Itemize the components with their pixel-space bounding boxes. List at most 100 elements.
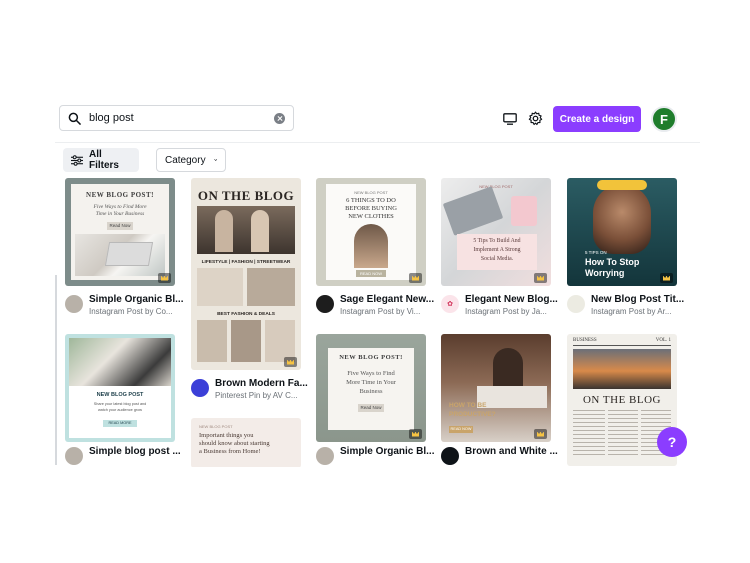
thumb-photo — [197, 268, 243, 306]
create-design-button[interactable]: Create a design — [553, 106, 641, 132]
thumb-text: a Business from Home! — [199, 448, 261, 455]
thumb-text: should know about starting — [199, 440, 270, 447]
thumb-text: LIFESTYLE | FASHION | STREETWEAR — [201, 260, 291, 265]
template-title: Simple Organic Bl... — [340, 446, 435, 457]
thumb-kicker: NEW BLOG POST — [479, 184, 513, 189]
thumb-kicker: VOL. 1 — [655, 338, 671, 343]
thumb-heading: NEW BLOG POST! — [339, 354, 403, 361]
template-title: Elegant New Blog... — [465, 294, 558, 305]
crown-icon — [660, 273, 673, 283]
template-title: Brown and White ... — [465, 446, 558, 457]
thumb-text: NEW CLOTHES — [348, 213, 394, 220]
thumb-text: 5 Tips To Build And — [473, 238, 521, 244]
thumb-text: Worrying — [585, 268, 625, 278]
crown-icon — [158, 273, 171, 283]
thumb-column-gap — [605, 410, 608, 458]
thumb-button: Read Now — [358, 404, 384, 412]
thumb-text: HOW TO BE — [449, 402, 487, 409]
template-thumbnail[interactable]: NEW BLOG POST 6 THINGS TO DO BEFORE BUYI… — [316, 178, 426, 286]
thumb-photo — [251, 210, 269, 252]
thumb-text: Social Media. — [480, 256, 514, 262]
template-subtitle: Instagram Post by Ja... — [465, 307, 547, 316]
thumb-button: Read Now — [107, 222, 133, 230]
template-thumbnail[interactable]: NEW BLOG POST 5 Tips To Build And Implem… — [441, 178, 551, 286]
thumb-photo — [197, 206, 295, 254]
search-query-text: blog post — [89, 112, 134, 124]
thumb-photo — [215, 210, 233, 252]
template-subtitle: Instagram Post by Ar... — [591, 307, 672, 316]
thumb-text: Share your latest blog post and — [93, 402, 147, 406]
thumb-text: BEFORE BUYING — [345, 205, 397, 212]
creator-avatar — [65, 295, 83, 313]
help-button[interactable]: ? — [657, 427, 687, 457]
creator-avatar — [316, 295, 334, 313]
template-thumbnail[interactable]: ON THE BLOG LIFESTYLE | FASHION | STREET… — [191, 178, 301, 370]
category-dropdown[interactable]: Category — [156, 148, 226, 172]
thumb-text: More Time in Your — [346, 379, 396, 386]
thumb-button: READ NOW — [449, 426, 473, 433]
template-title: Sage Elegant New... — [340, 294, 435, 305]
thumb-laptop — [442, 186, 504, 236]
template-thumbnail[interactable]: NEW BLOG POST Share your latest blog pos… — [65, 334, 175, 442]
crown-icon — [534, 273, 547, 283]
user-avatar[interactable]: F — [651, 106, 677, 132]
creator-avatar — [191, 379, 209, 397]
all-filters-button[interactable]: All Filters — [63, 148, 139, 172]
thumb-button: READ NOW — [356, 270, 386, 277]
creator-avatar — [567, 295, 585, 313]
template-thumbnail[interactable]: NEW BLOG POST! Five Ways to Find More Ti… — [65, 178, 175, 286]
thumb-text: watch your audience grow — [97, 408, 143, 412]
crown-icon — [409, 273, 422, 283]
thumb-heading: ON THE BLOG — [582, 394, 661, 406]
thumb-photo — [354, 224, 388, 268]
thumb-heading: NEW BLOG POST! — [86, 191, 154, 199]
template-subtitle: Instagram Post by Co... — [89, 307, 173, 316]
template-thumbnail[interactable]: HOW TO BE PRODUCTIVE? READ NOW — [441, 334, 551, 442]
gear-icon[interactable] — [528, 111, 543, 126]
thumb-text: PRODUCTIVE? — [449, 411, 496, 418]
thumb-accent — [597, 180, 647, 190]
thumb-text: Five Ways to Find More — [93, 204, 147, 210]
thumb-kicker: NEW BLOG POST — [199, 424, 233, 429]
clear-search-icon[interactable] — [274, 112, 285, 124]
thumb-photo — [231, 320, 261, 362]
thumb-text: How To Stop — [585, 257, 640, 267]
search-input[interactable]: blog post — [59, 105, 294, 131]
template-title: Simple blog post ... — [89, 446, 181, 457]
thumb-rule — [573, 345, 671, 346]
thumb-photo — [69, 338, 171, 386]
thumb-text: Time in Your Business — [95, 211, 145, 217]
template-search-panel: blog post Create a design F All Filters … — [55, 95, 700, 467]
crown-icon — [534, 429, 547, 439]
creator-avatar — [316, 447, 334, 465]
thumb-heading: NEW BLOG POST — [96, 392, 144, 398]
header-divider — [55, 142, 700, 143]
template-subtitle: Pinterest Pin by AV C... — [215, 391, 298, 400]
scrollbar-track[interactable] — [55, 275, 57, 465]
thumb-photo — [477, 386, 547, 408]
desktop-icon[interactable] — [503, 113, 517, 125]
thumb-kicker: 5 TIPS ON — [585, 250, 607, 255]
thumb-photo — [265, 320, 295, 362]
template-thumbnail[interactable]: 5 TIPS ON How To Stop Worrying — [567, 178, 677, 286]
search-icon — [68, 112, 81, 125]
template-title: Simple Organic Bl... — [89, 294, 184, 305]
thumb-photo — [247, 268, 295, 306]
creator-avatar — [441, 447, 459, 465]
thumb-columns — [573, 410, 671, 458]
template-thumbnail[interactable]: NEW BLOG POST Important things you shoul… — [191, 418, 301, 467]
chevron-down-icon — [213, 158, 217, 162]
template-thumbnail[interactable]: NEW BLOG POST! Five Ways to Find More Ti… — [316, 334, 426, 442]
thumb-text: Five Ways to Find — [347, 370, 395, 377]
thumb-text: Important things you — [199, 432, 254, 439]
thumb-photo — [573, 349, 671, 389]
thumb-photo — [593, 184, 651, 254]
thumb-photo — [197, 320, 227, 362]
thumb-laptop — [104, 242, 154, 266]
thumb-column-gap — [638, 410, 641, 458]
template-title: Brown Modern Fa... — [215, 378, 308, 389]
crown-icon — [409, 429, 422, 439]
thumb-text: BEST FASHION & DEALS — [217, 312, 275, 317]
thumb-kicker: NEW BLOG POST — [354, 190, 388, 195]
template-title: New Blog Post Tit... — [591, 294, 685, 305]
